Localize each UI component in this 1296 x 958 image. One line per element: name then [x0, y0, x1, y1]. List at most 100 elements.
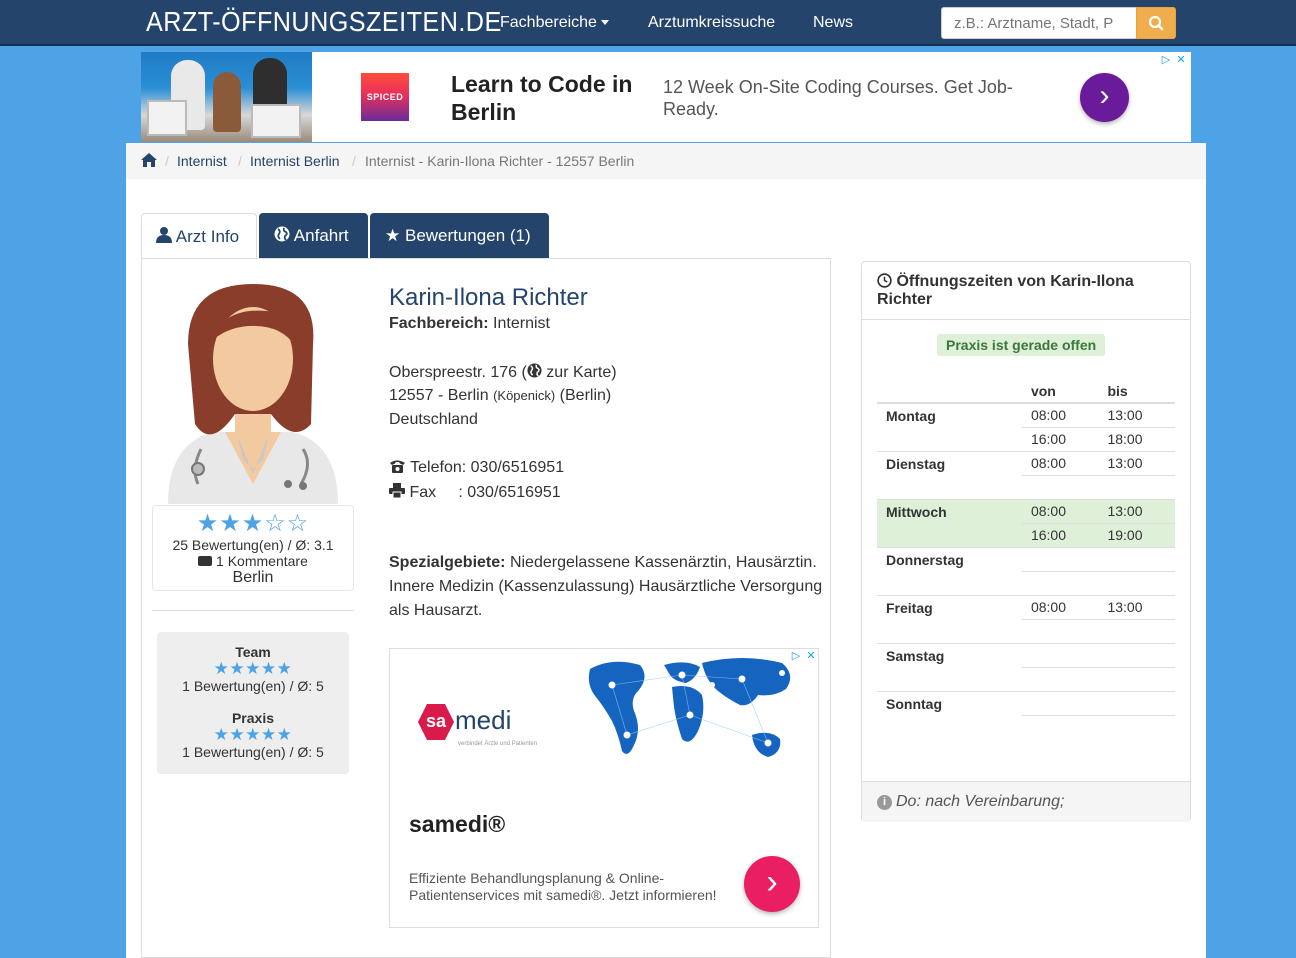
subrating-summary: 1 Bewertung(en) / Ø: 5	[182, 744, 324, 760]
tab-bewertungen[interactable]: ★ Bewertungen (1)	[370, 213, 549, 259]
search-button[interactable]	[1136, 7, 1176, 39]
time-from	[1021, 474, 1099, 499]
address-street: Oberspreestr. 176 ( zur Karte)	[389, 363, 617, 382]
tab-anfahrt-label: Anfahrt	[293, 226, 349, 245]
field-label: Fachbereich:	[389, 315, 489, 332]
street-close: )	[611, 364, 617, 381]
brand-logo[interactable]: ARZT-ÖFFNUNGSZEITEN.DE	[146, 6, 502, 38]
district-text: (Köpenick)	[493, 388, 556, 403]
phone-icon	[390, 460, 405, 473]
star-icon: ★	[385, 226, 401, 245]
table-row: Montag 08:00 13:00	[877, 402, 1175, 451]
time-from: 08:00	[1021, 594, 1099, 619]
time-from	[1021, 618, 1099, 643]
breadcrumb-internist-berlin[interactable]: Internist Berlin	[250, 153, 339, 169]
subrating-stars: ★★★★★	[213, 725, 293, 744]
subratings-box: Team ★★★★★ 1 Bewertung(en) / Ø: 5 Praxis…	[157, 632, 349, 774]
day-name: Montag	[877, 402, 1022, 451]
table-row: Sonntag	[877, 690, 1175, 739]
breadcrumb-current: Internist - Karin-Ilona Richter - 12557 …	[365, 153, 635, 169]
day-name: Donnerstag	[877, 546, 1022, 595]
time-from	[1021, 642, 1099, 667]
ad-headline[interactable]: Learn to Code in Berlin	[451, 70, 641, 126]
nav-news[interactable]: News	[813, 14, 853, 32]
opening-hours-title: Öffnungszeiten von Karin-Ilona Richter	[877, 273, 1134, 308]
time-to: 19:00	[1098, 522, 1175, 547]
day-name: Mittwoch	[877, 498, 1022, 547]
subrating-stars: ★★★★★	[213, 659, 293, 678]
table-row: Dienstag 08:00 13:00	[877, 450, 1175, 499]
map-link[interactable]: zur Karte	[546, 364, 611, 381]
samedi-ad-arrow-button[interactable]: ›	[744, 856, 800, 912]
main-container: / Internist / Internist Berlin / Interni…	[126, 143, 1206, 958]
adchoices-icon[interactable]: ▷	[1159, 53, 1173, 67]
ad-arrow-button[interactable]: ›	[1080, 73, 1129, 122]
time-to	[1098, 618, 1175, 643]
breadcrumb-internist[interactable]: Internist	[177, 153, 227, 169]
subrating-summary: 1 Bewertung(en) / Ø: 5	[182, 678, 324, 694]
opening-hours-panel: Öffnungszeiten von Karin-Ilona Richter P…	[861, 261, 1191, 822]
rating-summary: ★★★☆☆ 25 Bewertung(en) / Ø: 3.1 1 Kommen…	[152, 505, 354, 591]
search-input[interactable]	[941, 7, 1137, 39]
nav-arztumkreissuche[interactable]: Arztumkreissuche	[648, 14, 775, 32]
field-value: Internist	[493, 315, 550, 332]
ad-close-icon[interactable]: ✕	[804, 649, 818, 663]
chevron-down-icon	[600, 20, 609, 26]
samedi-logo-sa: sa	[418, 704, 454, 740]
tab-arzt-info-label: Arzt Info	[175, 227, 240, 246]
fax-number: : 030/6516951	[458, 484, 561, 501]
tab-arzt-info[interactable]: Arzt Info	[141, 213, 257, 259]
samedi-ad-title[interactable]: samedi®	[409, 811, 505, 838]
footer-note-text: Do: nach Vereinbarung;	[896, 793, 1065, 810]
globe-icon	[274, 226, 290, 242]
doctor-field: Fachbereich: Internist	[389, 315, 550, 333]
subrating-title: Team	[235, 644, 271, 660]
time-to	[1098, 546, 1175, 571]
status-badge: Praxis ist gerade offen	[937, 334, 1106, 356]
rating-count: 25 Bewertung(en) / Ø: 3.1	[172, 537, 334, 553]
phone-line: Telefon: 030/6516951	[389, 459, 564, 477]
phone-number[interactable]: 030/6516951	[471, 459, 564, 476]
day-name: Freitag	[877, 594, 1022, 643]
adchoices-icon[interactable]: ▷	[789, 649, 803, 663]
time-to	[1098, 690, 1175, 715]
fax-line: Fax : 030/6516951	[389, 483, 561, 502]
time-from	[1021, 714, 1099, 739]
tab-bewertungen-label: Bewertungen (1)	[404, 226, 531, 245]
day-name: Dienstag	[877, 450, 1022, 499]
time-to: 13:00	[1098, 450, 1175, 475]
time-from: 08:00	[1021, 498, 1099, 523]
specialties: Spezialgebiete: Niedergelassene Kassenär…	[389, 551, 824, 623]
breadcrumb-separator: /	[238, 153, 242, 169]
table-row: Samstag	[877, 642, 1175, 691]
time-to	[1098, 714, 1175, 739]
time-from	[1021, 690, 1099, 715]
time-from: 08:00	[1021, 402, 1099, 427]
ad-photo	[141, 52, 312, 142]
home-icon[interactable]	[140, 152, 158, 168]
samedi-logo-sub: verbindet Ärzte und Patienten	[458, 741, 538, 747]
tab-anfahrt[interactable]: Anfahrt	[259, 213, 368, 259]
rating-stars[interactable]: ★★★☆☆	[153, 511, 353, 537]
info-icon: i	[877, 795, 892, 810]
time-to: 13:00	[1098, 498, 1175, 523]
ad-close-icon[interactable]: ✕	[1174, 53, 1188, 67]
nav-fachbereiche[interactable]: Fachbereiche	[500, 14, 609, 32]
comment-count-label: 1 Kommentare	[216, 553, 308, 569]
doctor-avatar	[168, 284, 338, 504]
table-row: Freitag 08:00 13:00	[877, 594, 1175, 643]
samedi-ad-description: Effiziente Behandlungsplanung & Online-P…	[409, 870, 717, 903]
samedi-advertisement[interactable]: sa medi verbindet Ärzte und Patienten sam…	[389, 648, 819, 928]
day-name: Samstag	[877, 642, 1022, 691]
time-to: 13:00	[1098, 402, 1175, 427]
fax-label: Fax	[409, 484, 437, 501]
table-row: Donnerstag	[877, 546, 1175, 595]
samedi-logo: sa medi verbindet Ärzte und Patienten	[418, 704, 537, 747]
comment-count: 1 Kommentare	[153, 553, 353, 569]
breadcrumb-separator: /	[352, 153, 356, 169]
spec-label: Spezialgebiete:	[389, 554, 506, 571]
navbar: ARZT-ÖFFNUNGSZEITEN.DE Fachbereiche Arzt…	[0, 0, 1296, 46]
printer-icon	[389, 483, 405, 499]
top-advertisement[interactable]: SPICED Learn to Code in Berlin 12 Week O…	[141, 52, 1191, 142]
time-to	[1098, 570, 1175, 595]
